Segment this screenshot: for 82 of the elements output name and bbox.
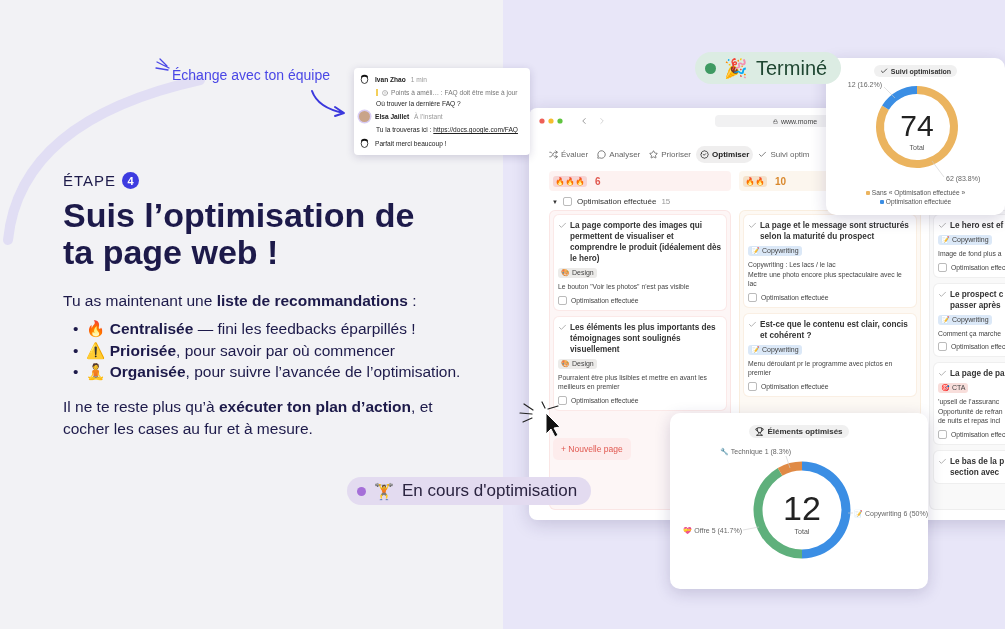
checkbox[interactable] [938,262,947,272]
status-label: Terminé [756,56,828,80]
checkbox[interactable] [938,342,947,352]
back-icon[interactable] [579,116,589,126]
card-title: Le prospect c passer après [950,288,1004,311]
closing-text: Il ne te reste plus qu’à exécuter ton plan d’action, et cocher les cases au fur et à mesure. [63,397,434,439]
leader-line [785,455,791,469]
page-heading: Suis l’optimisation de ta page web ! [63,197,416,271]
card-title: La page et le message sont structurés selon la maturité du prospect [760,220,910,243]
avatar-icon [359,137,370,149]
check-icon [758,150,768,159]
bullet-marker: • [73,340,79,361]
bullet-emoji: 🧘 [86,362,106,380]
checkbox[interactable] [558,295,567,305]
status-emoji: 🎉 [724,56,748,80]
arrow-icon [308,88,348,118]
checkbox[interactable] [748,292,757,302]
check-icon [879,67,888,75]
tab[interactable]: Prioriser [645,146,696,163]
tab[interactable]: Optimiser [696,146,754,163]
checkbox[interactable] [558,396,567,405]
checkbox[interactable] [938,429,947,439]
card-title: Les éléments les plus importants des témoignages sont soulignés visuellement [570,321,717,355]
card-title: Le hero est ef [950,220,1004,232]
status-label: En cours d'optimisation [402,481,578,501]
column-count: 6 [595,175,601,187]
badge-check-icon [700,150,710,159]
intro-text: Tu as maintenant une liste de recommandations : [63,291,418,312]
priority-flames: 🔥🔥 [743,175,767,187]
column-count: 10 [775,175,787,187]
star-icon [649,150,659,159]
checkbox[interactable] [562,197,572,206]
total-value: 12 [783,489,821,528]
avatar [359,111,370,122]
group-label: Optimisation effectuée [576,197,657,206]
card-title: La page de pa [950,368,1005,380]
leader-line [931,160,945,178]
priority-flames: 🔥🔥🔥 [553,175,587,187]
card-title: Le bas de la p section avec [950,455,1005,478]
bullet-emoji: ⚠ [86,341,106,359]
check-icon [938,289,947,299]
group-count: 15 [661,197,671,206]
avatar-icon [359,73,370,85]
step-number: 4 [122,172,140,189]
check-icon [748,319,757,329]
trophy-icon [755,427,765,436]
tab[interactable]: Suivi optim [754,146,814,163]
check-icon [748,221,757,230]
lock-icon [773,118,778,124]
chart-title: Éléments optimisés [749,425,849,438]
leader-line [883,86,896,99]
bullet-emoji: 🔥 [86,320,106,338]
step-label: ÉTAPE [63,172,117,189]
shuffle-icon [549,150,558,159]
check-icon [938,456,947,466]
status-emoji: 🏋 [374,481,394,501]
window-controls-icon [539,118,565,124]
forward-icon[interactable] [597,116,607,126]
tab[interactable]: Analyser [593,146,645,163]
check-icon [558,322,567,332]
bullet-text: Priorisée, pour savoir par où commencer [109,341,395,359]
legend-swatch [879,199,884,204]
legend-swatch [865,190,870,195]
checkbox[interactable] [748,381,757,391]
bullet-text: Centralisée — fini les feedbacks éparpillés ! [109,320,416,338]
leader-line [847,512,854,514]
task-card[interactable]: Le bas de la p section avec [933,449,1005,484]
card-title: Est-ce que le contenu est clair, concis et cohérent ? [760,318,909,341]
bullet-text: Organisée, pour suivre l’avancée de l’optimisation. [109,362,461,380]
speech-bubble-icon [597,150,607,159]
check-icon [558,221,567,230]
check-icon [938,221,947,230]
check-icon [938,369,947,379]
leader-line [742,526,760,531]
sparkle-icon [155,58,171,74]
annotation-text: Échange avec ton équipe [172,67,330,83]
alert-icon [382,89,388,96]
total-value: 74 [900,109,934,142]
tab[interactable]: Évaluer [545,146,593,163]
bullet-marker: • [73,319,79,340]
bullet-marker: • [73,361,79,382]
card-title: La page comporte des images qui permettent de visualiser et comprendre le produit (idéalement dès le hero) [570,220,722,265]
